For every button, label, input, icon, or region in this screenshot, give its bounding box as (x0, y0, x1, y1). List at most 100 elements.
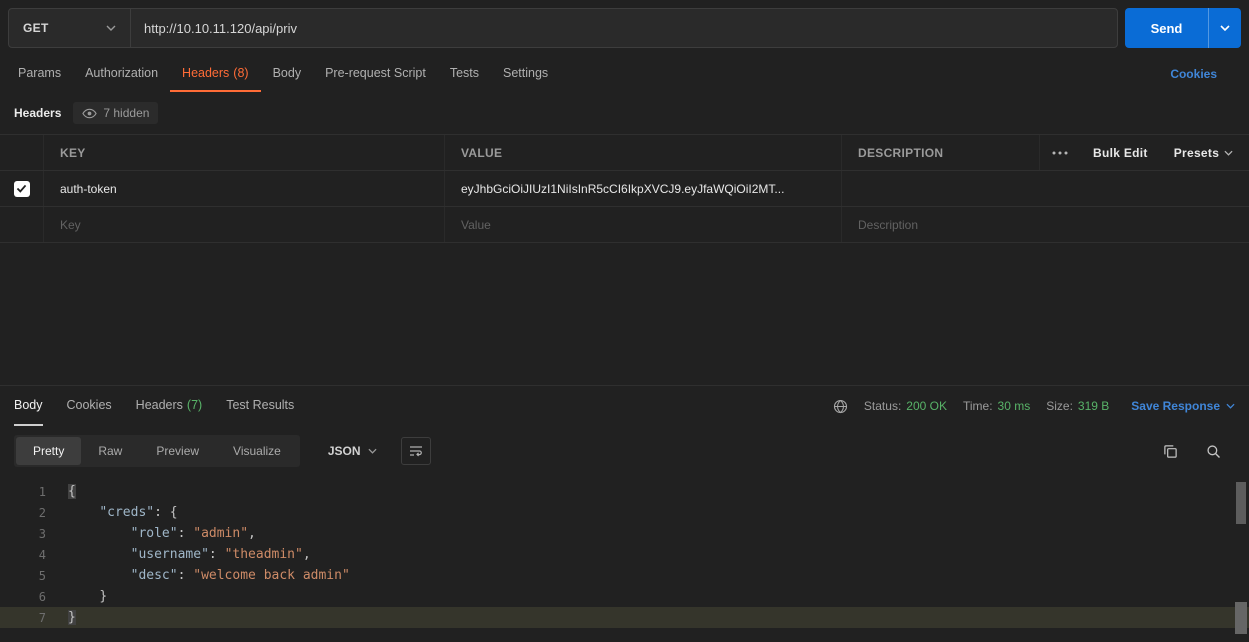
bulk-edit-button[interactable]: Bulk Edit (1080, 135, 1161, 170)
token: "admin" (193, 526, 248, 541)
request-url-bar: GET Send (0, 0, 1249, 56)
token: : (154, 505, 170, 520)
method-label: GET (23, 21, 49, 35)
code-lines: 1{2 "creds": {3 "role": "admin",4 "usern… (0, 481, 1249, 628)
line-number: 3 (0, 527, 46, 541)
headers-section-title: Headers (14, 106, 61, 120)
code-content: "role": "admin", (46, 526, 256, 541)
token: : (178, 568, 194, 583)
format-select[interactable]: JSON (318, 437, 387, 465)
format-label: JSON (328, 444, 361, 458)
response-tab-cookies[interactable]: Cookies (67, 386, 112, 426)
vertical-scrollbar[interactable] (1235, 482, 1247, 636)
response-meta: Status: 200 OK Time: 30 ms Size: 319 B S… (833, 386, 1235, 426)
view-tab-raw[interactable]: Raw (81, 437, 139, 465)
response-tab-test-results[interactable]: Test Results (226, 386, 294, 426)
header-value-cell[interactable]: eyJhbGciOiJIUzI1NiIsInR5cCI6IkpXVCJ9.eyJ… (445, 171, 842, 206)
response-actions (1163, 444, 1235, 459)
size-value: 319 B (1078, 399, 1109, 413)
row-checkbox[interactable] (14, 181, 30, 197)
size-label: Size: (1046, 399, 1073, 413)
send-button[interactable]: Send (1125, 8, 1208, 48)
presets-button[interactable]: Presets (1161, 135, 1246, 170)
send-options-button[interactable] (1208, 8, 1241, 48)
token (68, 547, 131, 562)
hidden-headers-label: 7 hidden (103, 106, 149, 120)
network-globe-icon[interactable] (833, 399, 848, 414)
line-number: 4 (0, 548, 46, 562)
code-line: 3 "role": "admin", (0, 523, 1249, 544)
header-key-cell[interactable]: auth-token (44, 171, 445, 206)
view-tab-preview[interactable]: Preview (139, 437, 216, 465)
time-indicator: Time: 30 ms (963, 399, 1030, 413)
size-indicator: Size: 319 B (1046, 399, 1109, 413)
chevron-down-icon (1224, 150, 1233, 156)
token: , (248, 526, 256, 541)
key-placeholder: Key (60, 218, 81, 232)
code-content: "desc": "welcome back admin" (46, 568, 350, 583)
code-line: 6 } (0, 586, 1249, 607)
tab-label: Headers (182, 66, 229, 80)
wrap-text-button[interactable] (401, 437, 431, 465)
row-checkbox-cell (0, 171, 44, 206)
chevron-down-icon (368, 448, 377, 454)
hidden-headers-toggle[interactable]: 7 hidden (73, 102, 158, 124)
more-options-icon[interactable] (1040, 135, 1080, 170)
row-checkbox-cell (0, 207, 44, 242)
select-all-cell (0, 135, 44, 170)
cookies-link[interactable]: Cookies (1170, 67, 1243, 81)
token (68, 568, 131, 583)
tab-label: Authorization (85, 66, 158, 80)
chevron-down-icon (1220, 25, 1230, 31)
status-label: Status: (864, 399, 901, 413)
line-number: 6 (0, 590, 46, 604)
tab-count: (8) (233, 66, 248, 80)
tab-settings[interactable]: Settings (491, 56, 560, 92)
tab-label: Params (18, 66, 61, 80)
search-icon[interactable] (1206, 444, 1221, 459)
headers-subbar: Headers 7 hidden (0, 92, 1249, 134)
tab-params[interactable]: Params (6, 56, 73, 92)
tab-label: Pre-request Script (325, 66, 426, 80)
token (68, 505, 99, 520)
value-placeholder: Value (461, 218, 491, 232)
tab-tests[interactable]: Tests (438, 56, 491, 92)
header-key-value: auth-token (60, 182, 117, 196)
url-input[interactable] (131, 9, 1117, 47)
tab-authorization[interactable]: Authorization (73, 56, 170, 92)
scrollbar-thumb[interactable] (1236, 482, 1246, 524)
view-tabs: PrettyRawPreviewVisualize (14, 435, 300, 467)
time-value: 30 ms (998, 399, 1031, 413)
headers-table: KEY VALUE DESCRIPTION Bulk Edit Presets … (0, 134, 1249, 243)
headers-table-header: KEY VALUE DESCRIPTION Bulk Edit Presets (0, 135, 1249, 171)
new-description-cell[interactable]: Description (842, 207, 1249, 242)
new-value-cell[interactable]: Value (445, 207, 842, 242)
token: , (303, 547, 311, 562)
header-description-cell[interactable] (842, 171, 1249, 206)
copy-icon[interactable] (1163, 444, 1178, 459)
tab-count: (7) (187, 398, 202, 412)
tab-pre-request-script[interactable]: Pre-request Script (313, 56, 438, 92)
response-tab-headers[interactable]: Headers (7) (136, 386, 203, 426)
code-content: } (46, 589, 107, 604)
response-view-toolbar: PrettyRawPreviewVisualize JSON (0, 426, 1249, 476)
token: "welcome back admin" (193, 568, 350, 583)
token: "theadmin" (225, 547, 303, 562)
code-line: 1{ (0, 481, 1249, 502)
tab-label: Tests (450, 66, 479, 80)
view-tab-pretty[interactable]: Pretty (16, 437, 81, 465)
code-content: } (46, 610, 76, 625)
new-key-cell[interactable]: Key (44, 207, 445, 242)
tab-headers[interactable]: Headers (8) (170, 56, 261, 92)
scrollbar-thumb-bottom[interactable] (1235, 602, 1247, 634)
tab-label: Headers (136, 398, 183, 412)
method-select[interactable]: GET (9, 9, 131, 47)
tab-body[interactable]: Body (261, 56, 314, 92)
response-tab-body[interactable]: Body (14, 386, 43, 426)
column-header-key: KEY (44, 135, 445, 170)
view-tab-visualize[interactable]: Visualize (216, 437, 298, 465)
chevron-down-icon (106, 25, 116, 31)
response-body-viewer[interactable]: 1{2 "creds": {3 "role": "admin",4 "usern… (0, 476, 1249, 642)
token: "role" (131, 526, 178, 541)
save-response-button[interactable]: Save Response (1131, 399, 1235, 413)
